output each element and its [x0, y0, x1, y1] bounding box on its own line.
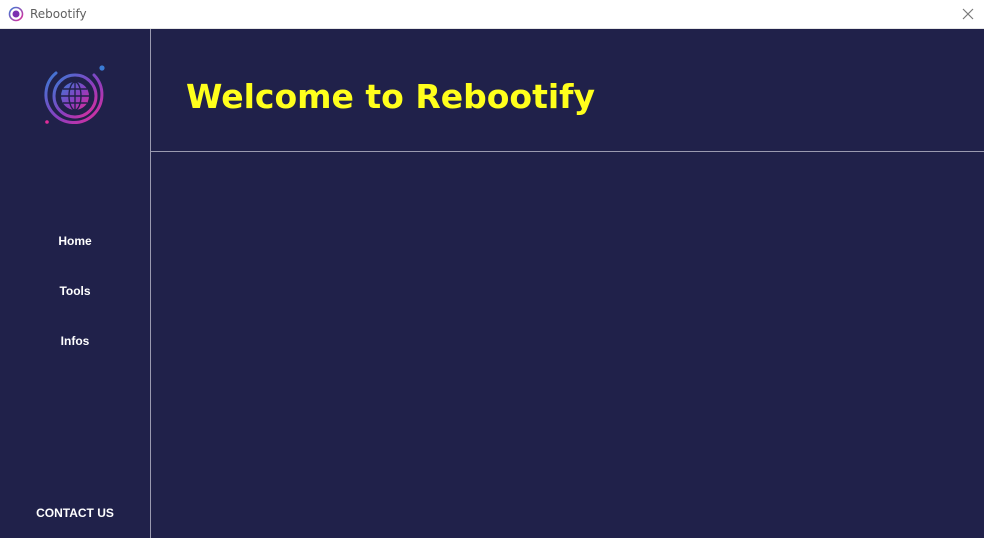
- nav-home-label: Home: [58, 234, 92, 248]
- window-title: Rebootify: [30, 7, 87, 21]
- content-area: [151, 152, 984, 538]
- globe-logo-icon: [8, 6, 24, 22]
- title-bar[interactable]: Rebootify: [0, 0, 984, 29]
- app-window: Rebootify Home Tools Infos CONTACT US We…: [0, 0, 984, 538]
- nav-home[interactable]: Home: [0, 226, 150, 256]
- page-title: Welcome to Rebootify: [186, 77, 596, 116]
- globe-logo-icon: [44, 65, 105, 125]
- main-panel: Welcome to Rebootify: [151, 29, 984, 538]
- nav-infos-label: Infos: [60, 334, 90, 348]
- header: Welcome to Rebootify: [151, 29, 984, 151]
- nav-tools[interactable]: Tools: [0, 276, 150, 306]
- close-icon: [962, 8, 974, 20]
- nav-infos[interactable]: Infos: [0, 326, 150, 356]
- close-button[interactable]: [952, 0, 984, 28]
- contact-us-label: CONTACT US: [36, 506, 114, 520]
- sidebar: Home Tools Infos CONTACT US: [0, 29, 150, 538]
- contact-us-button[interactable]: CONTACT US: [0, 498, 150, 528]
- nav-tools-label: Tools: [59, 284, 91, 298]
